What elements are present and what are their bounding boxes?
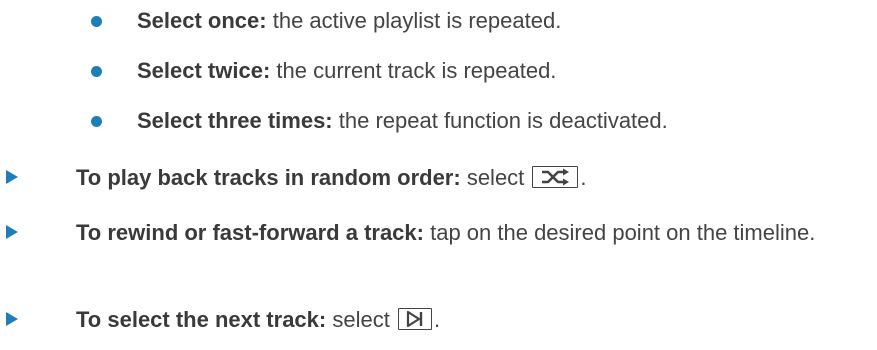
list-item-text: Select once: the active playlist is repe… — [137, 6, 561, 36]
instruction-text-after: . — [433, 307, 441, 332]
list-item-description: the active playlist is repeated. — [266, 8, 562, 33]
instruction-label: To select the next track: — [76, 307, 327, 332]
instruction-description: tap on the desired point on the timeline… — [423, 220, 816, 245]
shuffle-glyph — [542, 168, 570, 186]
instruction-text-before: select — [326, 307, 396, 332]
shuffle-icon — [532, 166, 579, 189]
list-item-text: Select three times: the repeat function … — [137, 106, 668, 136]
list-item-description: the current track is repeated. — [270, 58, 557, 83]
list-item-label: Select three times: — [137, 108, 333, 133]
manual-page: Select once: the active playlist is repe… — [0, 0, 877, 350]
list-item-label: Select once: — [137, 8, 267, 33]
arrow-bullet-icon — [6, 225, 18, 239]
arrow-bullet-icon — [6, 170, 18, 184]
list-item-text: Select twice: the current track is repea… — [137, 56, 556, 86]
next-track-icon — [397, 308, 432, 331]
instruction-label: To rewind or fast-forward a track: — [76, 220, 424, 245]
instruction-text-after: . — [580, 165, 587, 190]
next-track-glyph — [406, 311, 423, 328]
list-item-label: Select twice: — [137, 58, 271, 83]
bullet-icon — [91, 16, 102, 27]
instruction-text: To select the next track: select . — [76, 304, 866, 335]
instruction-text-before: select — [460, 165, 531, 190]
bullet-icon — [91, 116, 102, 127]
instruction-text: To rewind or fast-forward a track: tap o… — [76, 217, 866, 248]
list-item-description: the repeat function is deactivated. — [332, 108, 668, 133]
instruction-text: To play back tracks in random order: sel… — [76, 162, 866, 193]
bullet-icon — [91, 66, 102, 77]
arrow-bullet-icon — [6, 312, 18, 326]
instruction-label: To play back tracks in random order: — [76, 165, 461, 190]
